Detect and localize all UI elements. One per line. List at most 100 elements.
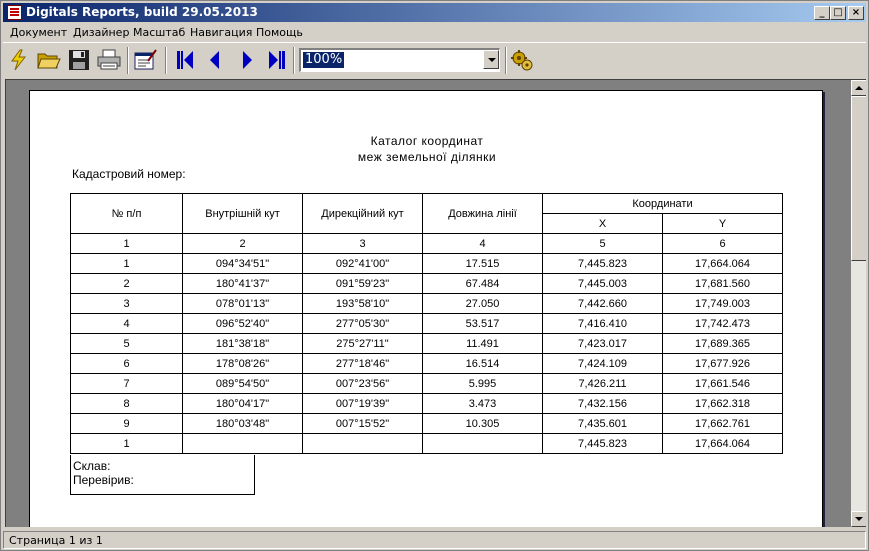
scrollbar-thumb[interactable] [851,96,866,261]
menu-designer[interactable]: Дизайнер [73,26,129,39]
cell-y: 17,749.003 [662,293,783,314]
cell-num: 2 [70,273,183,294]
cell-length: 10.305 [422,413,543,434]
first-page-icon[interactable] [173,48,197,72]
zoom-select[interactable]: 100% [299,48,500,72]
last-page-icon[interactable] [265,48,289,72]
table-row: 8 180°04'17" 007°19'39" 3.473 7,432.156 … [70,393,783,414]
chevron-down-icon[interactable] [483,50,499,69]
cell-inner-angle: 096°52'40" [182,313,303,334]
coordinates-table: № п/п Внутрішній кут Дирекційний кут Дов… [70,193,783,454]
save-disk-icon[interactable] [67,48,91,72]
cell-x: 7,423.017 [542,333,663,354]
cell-length: 53.517 [422,313,543,334]
table-row: 2 180°41'37" 091°59'23" 67.484 7,445.003… [70,273,783,294]
cell-y: 17,677.926 [662,353,783,374]
cell-length: 27.050 [422,293,543,314]
status-bar: Страница 1 из 1 [3,531,866,549]
cell-y: 17,742.473 [662,313,783,334]
next-page-icon[interactable] [235,48,259,72]
print-icon[interactable] [97,48,121,72]
settings-gears-icon[interactable] [510,48,534,72]
menu-scale[interactable]: Масштаб [133,26,185,39]
cell-num: 7 [70,373,183,394]
cell-y: 17,664.064 [662,253,783,274]
app-icon[interactable] [7,5,22,20]
menu-help[interactable]: Помощь [256,26,303,39]
report-subtitle: меж земельної ділянки [357,150,497,164]
title-bar[interactable]: Digitals Reports, build 29.05.2013 _ □ × [3,3,866,22]
cell-num: 5 [70,333,183,354]
close-button[interactable]: × [848,6,864,20]
cell-num: 1 [70,253,183,274]
zoom-value: 100% [303,52,345,68]
cell-inner-angle: 078°01'13" [182,293,303,314]
table-row: 9 180°03'48" 007°15'52" 10.305 7,435.601… [70,413,783,434]
cell-inner-angle: 180°41'37" [182,273,303,294]
toolbar: 100% [3,42,866,78]
header-coordinates: Координати [542,193,783,214]
edit-report-icon[interactable] [134,48,158,72]
scroll-down-button[interactable] [851,511,866,527]
cell-x: 7,445.823 [542,433,663,454]
cell-x: 7,432.156 [542,393,663,414]
cell-direction-angle: 193°58'10" [302,293,423,314]
cell-x: 7,442.660 [542,293,663,314]
cell-direction-angle: 277°05'30" [302,313,423,334]
cell-direction-angle: 275°27'11" [302,333,423,354]
menu-bar: Документ Дизайнер Масштаб Навигация Помо… [3,23,866,42]
cadastral-number-label: Кадастровий номер: [72,167,186,181]
cell-x: 7,416.410 [542,313,663,334]
toolbar-separator [505,47,507,74]
header-length: Довжина лінії [422,193,543,234]
cell-inner-angle: 180°03'48" [182,413,303,434]
open-folder-icon[interactable] [37,48,61,72]
header-direction-angle: Дирекційний кут [302,193,423,234]
header-inner-angle: Внутрішній кут [182,193,303,234]
cell-inner-angle: 094°34'51" [182,253,303,274]
cell-y: 17,681.560 [662,273,783,294]
cell-length: 17.515 [422,253,543,274]
page-status: Страница 1 из 1 [9,534,103,547]
cell-y: 17,689.365 [662,333,783,354]
header-x: X [542,213,663,234]
cell-num: 6 [70,353,183,374]
menu-document[interactable]: Документ [10,26,67,39]
prev-page-icon[interactable] [203,48,227,72]
cell-length: 3.473 [422,393,543,414]
toolbar-separator [293,47,295,74]
cell-direction-angle: 007°19'39" [302,393,423,414]
cell-inner-angle [182,433,303,454]
column-number-row: 1 2 3 4 5 6 [70,233,783,254]
column-number: 3 [302,233,423,254]
cell-inner-angle: 178°08'26" [182,353,303,374]
cell-y: 17,662.318 [662,393,783,414]
table-row: 6 178°08'26" 277°18'46" 16.514 7,424.109… [70,353,783,374]
lightning-icon[interactable] [7,48,31,72]
app-window: Digitals Reports, build 29.05.2013 _ □ ×… [0,0,869,551]
vertical-scrollbar[interactable] [851,80,866,527]
cell-direction-angle: 277°18'46" [302,353,423,374]
menu-navigation[interactable]: Навигация [190,26,252,39]
cell-inner-angle: 181°38'18" [182,333,303,354]
minimize-button[interactable]: _ [814,6,830,20]
cell-direction-angle: 091°59'23" [302,273,423,294]
cell-x: 7,424.109 [542,353,663,374]
cell-x: 7,426.211 [542,373,663,394]
cell-direction-angle: 092°41'00" [302,253,423,274]
column-number: 4 [422,233,543,254]
scroll-up-button[interactable] [851,80,866,96]
cell-y: 17,661.546 [662,373,783,394]
table-row: 5 181°38'18" 275°27'11" 11.491 7,423.017… [70,333,783,354]
cell-length: 5.995 [422,373,543,394]
report-viewport[interactable]: Каталог координат меж земельної ділянки … [5,79,866,527]
cell-num: 4 [70,313,183,334]
cell-x: 7,445.003 [542,273,663,294]
report-page: Каталог координат меж земельної ділянки … [29,90,823,527]
window-title: Digitals Reports, build 29.05.2013 [26,5,258,19]
column-number: 6 [662,233,783,254]
table-row: 1 094°34'51" 092°41'00" 17.515 7,445.823… [70,253,783,274]
maximize-button[interactable]: □ [830,6,846,20]
header-num: № п/п [70,193,183,234]
cell-length: 16.514 [422,353,543,374]
